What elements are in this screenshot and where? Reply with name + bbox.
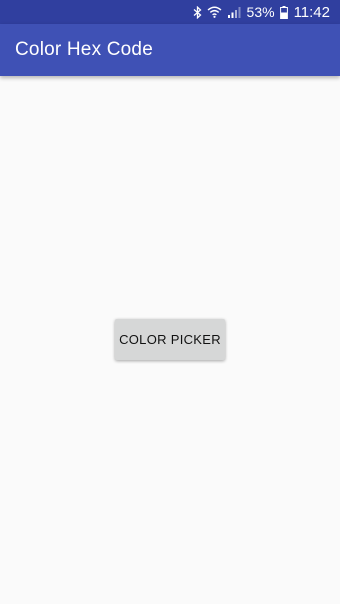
main-content: COLOR PICKER — [0, 76, 340, 604]
signal-icon — [227, 6, 241, 18]
bluetooth-icon — [193, 5, 202, 19]
color-picker-button[interactable]: COLOR PICKER — [115, 319, 225, 360]
app-bar: Color Hex Code — [0, 24, 340, 76]
app-title: Color Hex Code — [15, 39, 153, 60]
battery-percent: 53% — [246, 4, 275, 20]
clock: 11:42 — [293, 3, 330, 21]
battery-icon — [279, 5, 288, 19]
status-bar: 53% 11:42 — [0, 0, 340, 24]
wifi-icon — [207, 6, 222, 18]
